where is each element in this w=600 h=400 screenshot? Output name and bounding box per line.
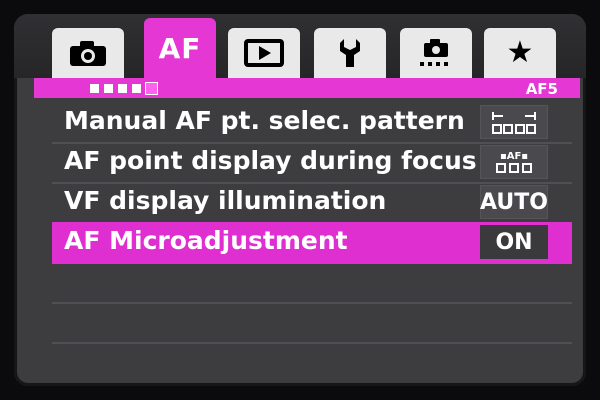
star-icon: ★: [506, 35, 534, 70]
menu-item-af-microadjustment[interactable]: AF Microadjustment ON: [52, 222, 572, 264]
menu-item-manual-af-pattern[interactable]: Manual AF pt. selec. pattern: [52, 102, 572, 144]
menu-item-vf-display-illumination[interactable]: VF display illumination AUTO: [52, 182, 572, 224]
empty-menu-row: [52, 262, 572, 304]
tab-custom-functions[interactable]: [400, 28, 472, 78]
menu-item-label: AF point display during focus: [64, 146, 477, 175]
menu-item-value: ▪AF▪: [480, 145, 548, 179]
page-dot: [104, 84, 113, 93]
camera-icon: [70, 41, 106, 66]
menu-item-value: [480, 105, 548, 139]
svg-text:▪AF▪: ▪AF▪: [500, 151, 528, 162]
tab-my-menu[interactable]: ★: [484, 28, 556, 78]
page-dot: [132, 84, 141, 93]
menu-item-value-text: ON: [495, 229, 533, 255]
tab-playback[interactable]: [228, 28, 300, 78]
tab-shooting[interactable]: [52, 28, 124, 78]
empty-menu-row: [52, 342, 572, 382]
tab-af-label: AF: [158, 31, 202, 65]
menu-tab-bar: AF ★: [14, 14, 586, 78]
wrench-icon: [340, 39, 360, 67]
menu-item-af-point-display[interactable]: AF point display during focus ▪AF▪: [52, 142, 572, 184]
page-dot: [90, 84, 99, 93]
af-point-display-icon: ▪AF▪: [496, 151, 532, 173]
playback-icon: [244, 39, 284, 67]
page-dot: [118, 84, 127, 93]
page-dot-current: [146, 83, 157, 94]
af-point-pattern-icon: [492, 112, 536, 134]
menu-item-value-text: AUTO: [480, 189, 548, 215]
submenu-page-indicator: AF5: [34, 78, 580, 98]
menu-item-value: AUTO: [480, 185, 548, 219]
menu-item-label: Manual AF pt. selec. pattern: [64, 106, 465, 135]
tab-setup[interactable]: [314, 28, 386, 78]
custom-function-icon: [420, 39, 448, 66]
menu-item-label: AF Microadjustment: [64, 226, 348, 255]
empty-menu-row: [52, 302, 572, 344]
page-label: AF5: [525, 80, 558, 98]
menu-item-value: ON: [480, 225, 548, 259]
camera-menu-screen: AF ★ AF5 Manual AF pt. selec. pattern AF…: [14, 14, 586, 386]
menu-item-label: VF display illumination: [64, 186, 387, 215]
tab-af[interactable]: AF: [144, 18, 216, 78]
